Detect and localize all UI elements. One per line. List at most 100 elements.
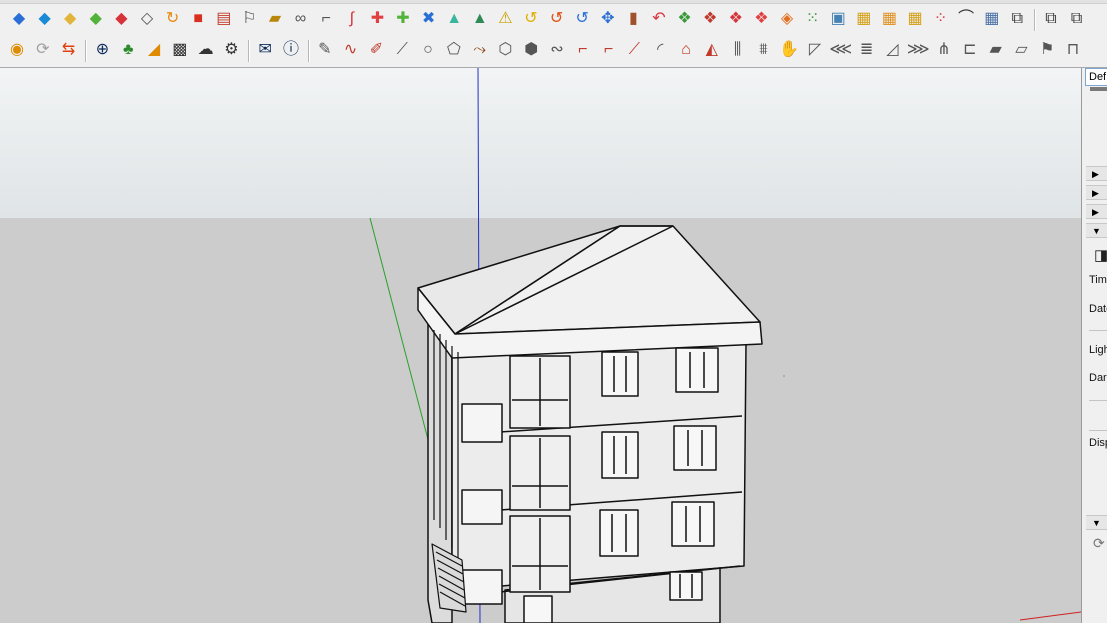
cube-red-icon[interactable]: ❖ bbox=[750, 7, 772, 31]
scatter-icon[interactable]: ⁘ bbox=[930, 7, 952, 31]
outline-face-icon[interactable]: ◇ bbox=[136, 7, 158, 31]
toolbar-separator bbox=[85, 40, 88, 62]
curve-tool-icon[interactable]: ∿ bbox=[340, 38, 362, 62]
add-location-icon[interactable]: ⊕ bbox=[91, 38, 113, 62]
box-tool-icon[interactable]: ⬢ bbox=[520, 38, 542, 62]
toolbar-row-2: ◉ ⟳ ⇆ ⊕ ♣ ◢ ▩ ☁ ⚙ ✉ ⓘ ✎ ∿ ✐ ⟋ ○ ⬠ ⤳ ⬡ ⬢ ∾ ⌐ ⌐ ⟋ ◜ ⌂ ◭ ⫼ ⩩ ✋ ◸ ⋘ ≣ ◿ ⋙ ⋔ ⊏ ▰ ▱ ⚑… bbox=[0, 35, 1107, 65]
undo-red-icon[interactable]: ↶ bbox=[648, 7, 670, 31]
grid-orange-icon[interactable]: ▦ bbox=[878, 7, 900, 31]
cube-stack-icon[interactable]: ❖ bbox=[725, 7, 747, 31]
grid-yellow-icon[interactable]: ▦ bbox=[904, 7, 926, 31]
rotate-orange-icon[interactable]: ↻ bbox=[162, 7, 184, 31]
plus-green-icon[interactable]: ✚ bbox=[392, 7, 414, 31]
curve-dots-icon[interactable]: ⌒ bbox=[955, 7, 977, 31]
refresh-icon[interactable]: ⟳ bbox=[32, 38, 54, 62]
mail-icon[interactable]: ✉ bbox=[254, 38, 276, 62]
knife-tool-icon[interactable]: ⟋ bbox=[391, 38, 413, 62]
drawing-viewport[interactable] bbox=[0, 68, 1081, 623]
cloud-upload-icon[interactable]: ☁ bbox=[195, 38, 217, 62]
scenes-icon[interactable]: ⧉ bbox=[1066, 7, 1088, 31]
terrain-icon[interactable]: ◢ bbox=[143, 38, 165, 62]
cube-multi-icon[interactable]: ❖ bbox=[699, 7, 721, 31]
square-red-icon[interactable]: ■ bbox=[187, 7, 209, 31]
block-tool-icon[interactable]: ▰ bbox=[985, 38, 1007, 62]
cone-icon[interactable]: ▲ bbox=[443, 7, 465, 31]
top-face-icon[interactable]: ◆ bbox=[34, 7, 56, 31]
corner-icon[interactable]: ⌐ bbox=[315, 7, 337, 31]
flag-tool-icon[interactable]: ⚑ bbox=[1036, 38, 1058, 62]
bracket-tool-icon[interactable]: ⊏ bbox=[959, 38, 981, 62]
tall-window bbox=[509, 355, 571, 593]
shape-tool-icon[interactable]: ⬠ bbox=[443, 38, 465, 62]
toolbar-separator bbox=[307, 40, 310, 62]
arc-orange-icon[interactable]: ↺ bbox=[546, 7, 568, 31]
fold-tool-icon[interactable]: ⋘ bbox=[829, 38, 852, 62]
toolbar-separator bbox=[1034, 9, 1036, 31]
flat-face-icon[interactable]: ◆ bbox=[59, 7, 81, 31]
tree-icon[interactable]: ♣ bbox=[117, 38, 139, 62]
cone-dark-icon[interactable]: ▲ bbox=[469, 7, 491, 31]
arc-tool-icon[interactable]: ◜ bbox=[649, 38, 671, 62]
move-arrows-icon[interactable]: ✥ bbox=[597, 7, 619, 31]
ramp-tool-icon[interactable]: ◿ bbox=[881, 38, 903, 62]
split-tool-icon[interactable]: ⋔ bbox=[933, 38, 955, 62]
fillet-tool-icon[interactable]: ⌐ bbox=[572, 38, 594, 62]
date-label: Date bbox=[1089, 303, 1107, 315]
grid-dots-icon[interactable]: ⁙ bbox=[802, 7, 824, 31]
line-tool-icon[interactable]: ⟋ bbox=[623, 38, 645, 62]
panel-grid-icon[interactable]: ▦ bbox=[981, 7, 1003, 31]
cube-tool-icon[interactable]: ⬡ bbox=[494, 38, 516, 62]
front-face-icon[interactable]: ◆ bbox=[8, 7, 30, 31]
stack-tool-icon[interactable]: ≣ bbox=[856, 38, 878, 62]
wedge-tool-icon[interactable]: ◭ bbox=[701, 38, 723, 62]
circle-tool-icon[interactable]: ○ bbox=[417, 38, 439, 62]
sheet-tool-icon[interactable]: ◸ bbox=[804, 38, 826, 62]
refresh-icon[interactable]: ⟳ bbox=[1093, 535, 1105, 552]
layers-icon[interactable]: ⧉ bbox=[1040, 7, 1062, 31]
components-icon[interactable]: ⧉ bbox=[1006, 7, 1028, 31]
flag-icon[interactable]: ⚐ bbox=[238, 7, 260, 31]
columns-tool-icon[interactable]: ⫼ bbox=[727, 38, 749, 62]
roof-tool-icon[interactable]: ⌂ bbox=[675, 38, 697, 62]
collapsed-panel-toggle[interactable]: ▶ bbox=[1086, 204, 1107, 219]
transfer-icon[interactable]: ⇆ bbox=[58, 38, 80, 62]
red-face-icon[interactable]: ◆ bbox=[110, 7, 132, 31]
hand-tool-icon[interactable]: ✋ bbox=[778, 38, 800, 62]
green-face-icon[interactable]: ◆ bbox=[85, 7, 107, 31]
tray-tab[interactable]: Def bbox=[1085, 68, 1107, 86]
paint-tool-icon[interactable]: ✐ bbox=[365, 38, 387, 62]
toolbar-area: ◆ ◆ ◆ ◆ ◆ ◇ ↻ ■ ▤ ⚐ ▰ ∞ ⌐ ∫ ✚ ✚ ✖ ▲ ▲ ⚠ ↺ ↺ ↺ ✥ ▮ ↶ ❖ ❖ ❖ ❖ ◈ ⁙ ▣ ▦ ▦ ▦ ⁘ ⌒ ▦ ⧉… bbox=[0, 0, 1107, 68]
chamfer-tool-icon[interactable]: ⌐ bbox=[598, 38, 620, 62]
warning-triangle-icon[interactable]: ⚠ bbox=[494, 7, 516, 31]
collapsed-panel-toggle[interactable]: ▶ bbox=[1086, 166, 1107, 181]
slanted-tool-icon[interactable]: ▱ bbox=[1010, 38, 1032, 62]
building-model[interactable] bbox=[0, 68, 1081, 623]
divider bbox=[1089, 430, 1107, 431]
info-icon[interactable]: ⓘ bbox=[280, 38, 302, 62]
grid-box-icon[interactable]: ▤ bbox=[213, 7, 235, 31]
fence-tool-icon[interactable]: ⩩ bbox=[752, 38, 774, 62]
checker-icon[interactable]: ▩ bbox=[169, 38, 191, 62]
pencil-tool-icon[interactable]: ✎ bbox=[314, 38, 336, 62]
gear-icon[interactable]: ⚙ bbox=[220, 38, 242, 62]
extension-warehouse-icon[interactable]: ◉ bbox=[6, 38, 28, 62]
hatch-box-icon[interactable]: ▦ bbox=[853, 7, 875, 31]
arc-yellow-icon[interactable]: ↺ bbox=[520, 7, 542, 31]
cylinder-icon[interactable]: ▮ bbox=[622, 7, 644, 31]
curve-red-icon[interactable]: ∫ bbox=[341, 7, 363, 31]
arrows-tool-icon[interactable]: ⋙ bbox=[907, 38, 930, 62]
expanded-panel-toggle[interactable]: ▼ bbox=[1086, 515, 1107, 530]
plus-red-icon[interactable]: ✚ bbox=[366, 7, 388, 31]
frame-icon[interactable]: ▣ bbox=[827, 7, 849, 31]
link-icon[interactable]: ∞ bbox=[290, 7, 312, 31]
arc-blue-icon[interactable]: ↺ bbox=[571, 7, 593, 31]
spring-tool-icon[interactable]: ∾ bbox=[546, 38, 568, 62]
cube-green-icon[interactable]: ❖ bbox=[674, 7, 696, 31]
bend-tool-icon[interactable]: ⤳ bbox=[469, 38, 491, 62]
collapsed-panel-toggle[interactable]: ▶ bbox=[1086, 185, 1107, 200]
box-icon[interactable]: ▰ bbox=[264, 7, 286, 31]
expanded-panel-toggle[interactable]: ▼ bbox=[1086, 223, 1107, 238]
cross-blue-icon[interactable]: ✖ bbox=[418, 7, 440, 31]
tag-icon[interactable]: ◈ bbox=[776, 7, 798, 31]
gate-tool-icon[interactable]: ⊓ bbox=[1062, 38, 1084, 62]
